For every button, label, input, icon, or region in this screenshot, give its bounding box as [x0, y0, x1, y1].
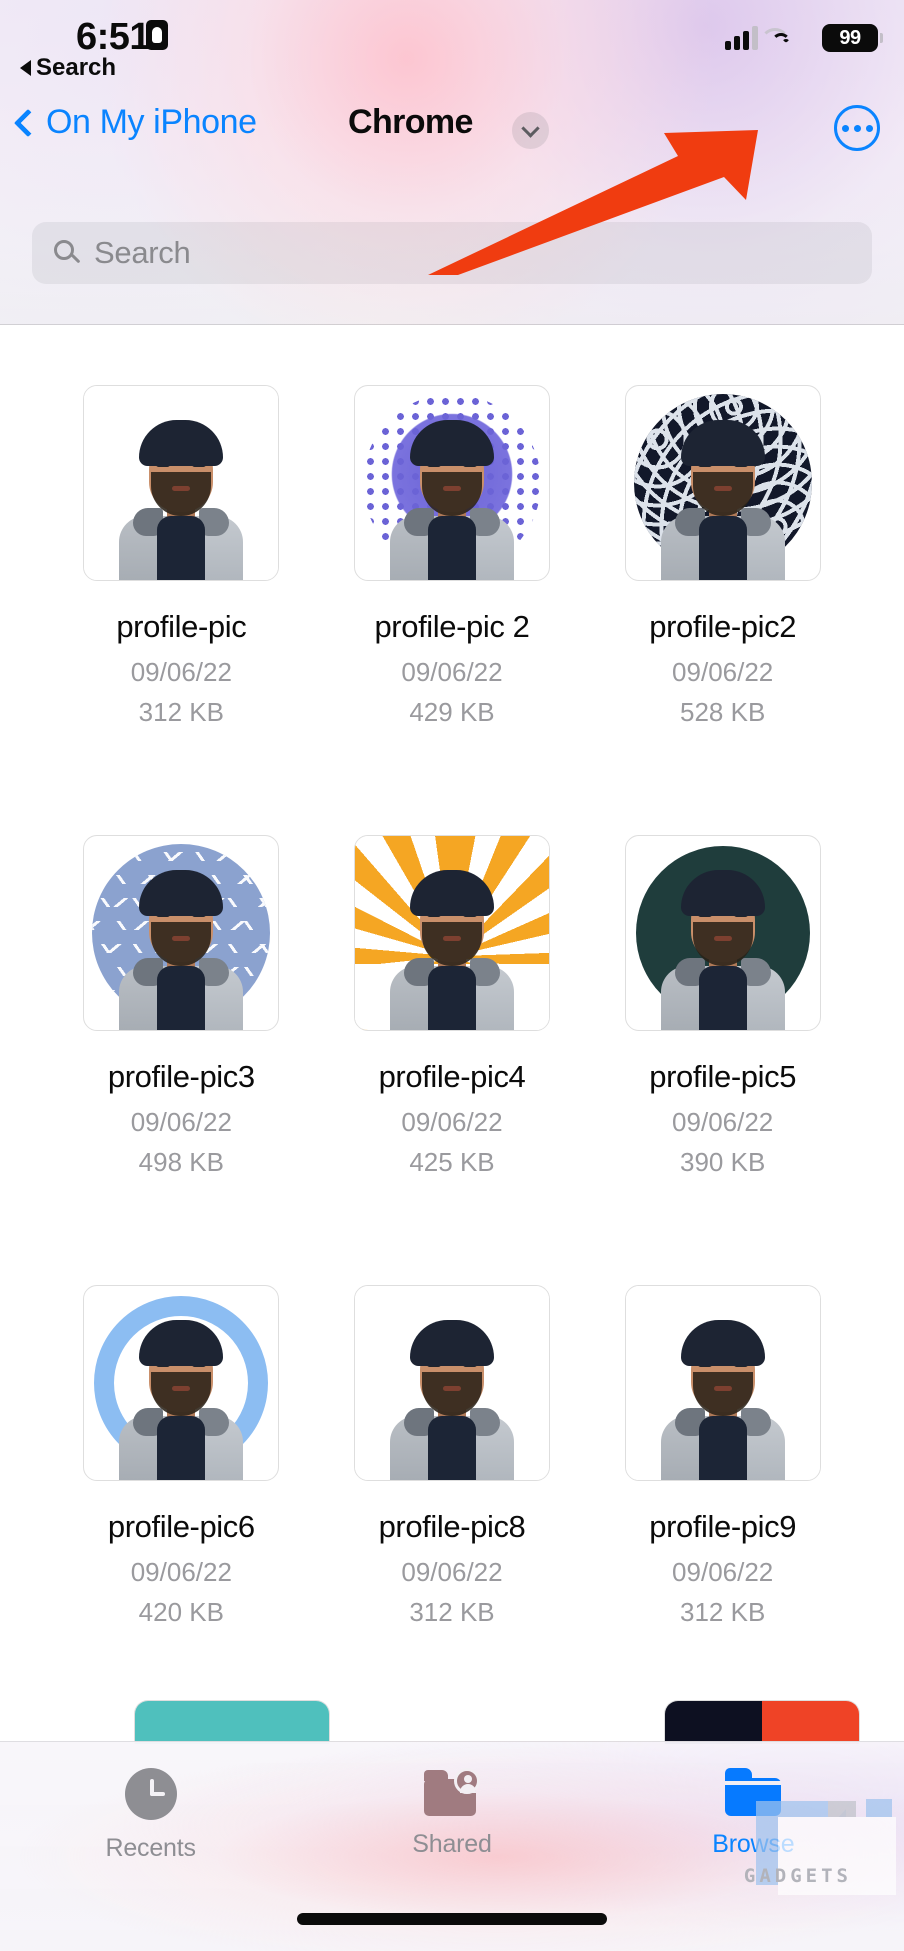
file-name: profile-pic 2: [374, 609, 530, 644]
wifi-icon: [760, 26, 805, 50]
back-to-search-link[interactable]: Search: [20, 54, 116, 82]
file-size: 425 KB: [409, 1147, 495, 1177]
file-size: 498 KB: [138, 1147, 224, 1177]
file-size: 528 KB: [680, 697, 766, 727]
clock-icon: [124, 1768, 177, 1820]
avatar: [659, 1320, 787, 1480]
file-date: 09/06/22: [401, 1557, 503, 1587]
file-size: 312 KB: [138, 697, 224, 727]
more-button[interactable]: [834, 105, 880, 151]
file-name: profile-pic3: [107, 1059, 255, 1094]
file-date: 09/06/22: [130, 1107, 232, 1137]
file-thumbnail[interactable]: [353, 835, 550, 1031]
avatar: [659, 420, 787, 580]
avatar: [117, 870, 245, 1030]
file-name: profile-pic9: [649, 1509, 797, 1544]
tab-recents[interactable]: Recents: [0, 1742, 301, 1951]
file-thumbnail[interactable]: [624, 385, 821, 581]
file-item[interactable]: profile-pic 09/06/22 312 KB: [46, 385, 317, 835]
file-name: profile-pic6: [107, 1509, 255, 1544]
file-item[interactable]: profile-pic 2 09/06/22 429 KB: [317, 385, 588, 835]
file-grid: profile-pic 09/06/22 312 KB profile-pic …: [0, 325, 904, 1725]
file-thumbnail[interactable]: [624, 835, 821, 1031]
file-item[interactable]: profile-pic2 09/06/22 528 KB: [587, 385, 858, 835]
avatar: [388, 420, 516, 580]
ellipsis-dot-icon: [853, 124, 861, 132]
chevron-down-icon: [521, 118, 540, 138]
back-triangle-icon: [20, 60, 31, 76]
status-time: 6:51: [76, 16, 151, 58]
status-indicators: 99: [725, 24, 883, 52]
tab-label: Shared: [412, 1830, 492, 1858]
tab-label: Recents: [105, 1834, 197, 1862]
file-size: 420 KB: [138, 1597, 224, 1627]
avatar: [388, 1320, 516, 1480]
file-date: 09/06/22: [130, 657, 232, 687]
file-thumbnail[interactable]: [83, 1285, 280, 1481]
file-size: 429 KB: [409, 697, 495, 727]
file-thumbnail-partial[interactable]: [134, 1700, 330, 1744]
ellipsis-dot-icon: [841, 124, 849, 132]
status-bar: 6:51 Search 99: [0, 0, 904, 82]
avatar: [117, 420, 245, 580]
navigation-header-area: 6:51 Search 99 On My iPhone Chrome Searc…: [0, 0, 904, 325]
iphone-screen: 6:51 Search 99 On My iPhone Chrome Searc…: [0, 0, 904, 1951]
file-date: 09/06/22: [401, 657, 503, 687]
battery-indicator: 99: [822, 24, 883, 52]
file-item[interactable]: profile-pic6 09/06/22 420 KB: [46, 1285, 317, 1735]
search-input[interactable]: Search: [32, 222, 872, 284]
back-to-search-label: Search: [36, 54, 117, 81]
avatar: [659, 870, 787, 1030]
cellular-bars-icon: [725, 26, 758, 50]
file-grid-next-row-peek: [0, 1700, 904, 1744]
file-date: 09/06/22: [672, 1557, 774, 1587]
nav-back-label: On My iPhone: [46, 103, 257, 141]
file-date: 09/06/22: [401, 1107, 503, 1137]
file-thumbnail[interactable]: [624, 1285, 821, 1481]
avatar: [388, 870, 516, 1030]
file-item[interactable]: profile-pic9 09/06/22 312 KB: [587, 1285, 858, 1735]
page-title: Chrome: [348, 103, 473, 141]
file-date: 09/06/22: [130, 1557, 232, 1587]
file-item[interactable]: profile-pic4 09/06/22 425 KB: [317, 835, 588, 1285]
chevron-left-icon: [13, 108, 43, 138]
lock-badge-icon: [146, 20, 168, 50]
file-size: 390 KB: [680, 1147, 766, 1177]
file-name: profile-pic5: [649, 1059, 797, 1094]
ellipsis-dot-icon: [865, 124, 873, 132]
file-name: profile-pic2: [649, 609, 797, 644]
file-item[interactable]: profile-pic8 09/06/22 312 KB: [317, 1285, 588, 1735]
home-indicator: [297, 1913, 607, 1925]
file-size: 312 KB: [409, 1597, 495, 1627]
file-thumbnail[interactable]: [83, 835, 280, 1031]
file-item[interactable]: profile-pic5 09/06/22 390 KB: [587, 835, 858, 1285]
nav-bar: On My iPhone Chrome: [0, 95, 904, 170]
file-size: 312 KB: [680, 1597, 766, 1627]
file-thumbnail[interactable]: [83, 385, 280, 581]
file-thumbnail[interactable]: [353, 385, 550, 581]
shared-folder-icon: [423, 1768, 480, 1816]
file-name: profile-pic8: [378, 1509, 526, 1544]
battery-percent-label: 99: [839, 26, 861, 49]
file-item[interactable]: profile-pic3 09/06/22 498 KB: [46, 835, 317, 1285]
folder-options-button[interactable]: [512, 112, 549, 149]
site-watermark: GADGETS: [696, 1795, 896, 1913]
nav-back-button[interactable]: On My iPhone: [13, 103, 257, 142]
file-thumbnail-partial[interactable]: [664, 1700, 860, 1744]
file-name: profile-pic: [116, 609, 247, 644]
watermark-label: GADGETS: [743, 1865, 852, 1887]
avatar: [117, 1320, 245, 1480]
file-date: 09/06/22: [672, 1107, 774, 1137]
search-placeholder: Search: [94, 235, 191, 270]
file-name: profile-pic4: [378, 1059, 526, 1094]
file-thumbnail[interactable]: [353, 1285, 550, 1481]
file-date: 09/06/22: [672, 657, 774, 687]
search-icon: [54, 240, 81, 266]
